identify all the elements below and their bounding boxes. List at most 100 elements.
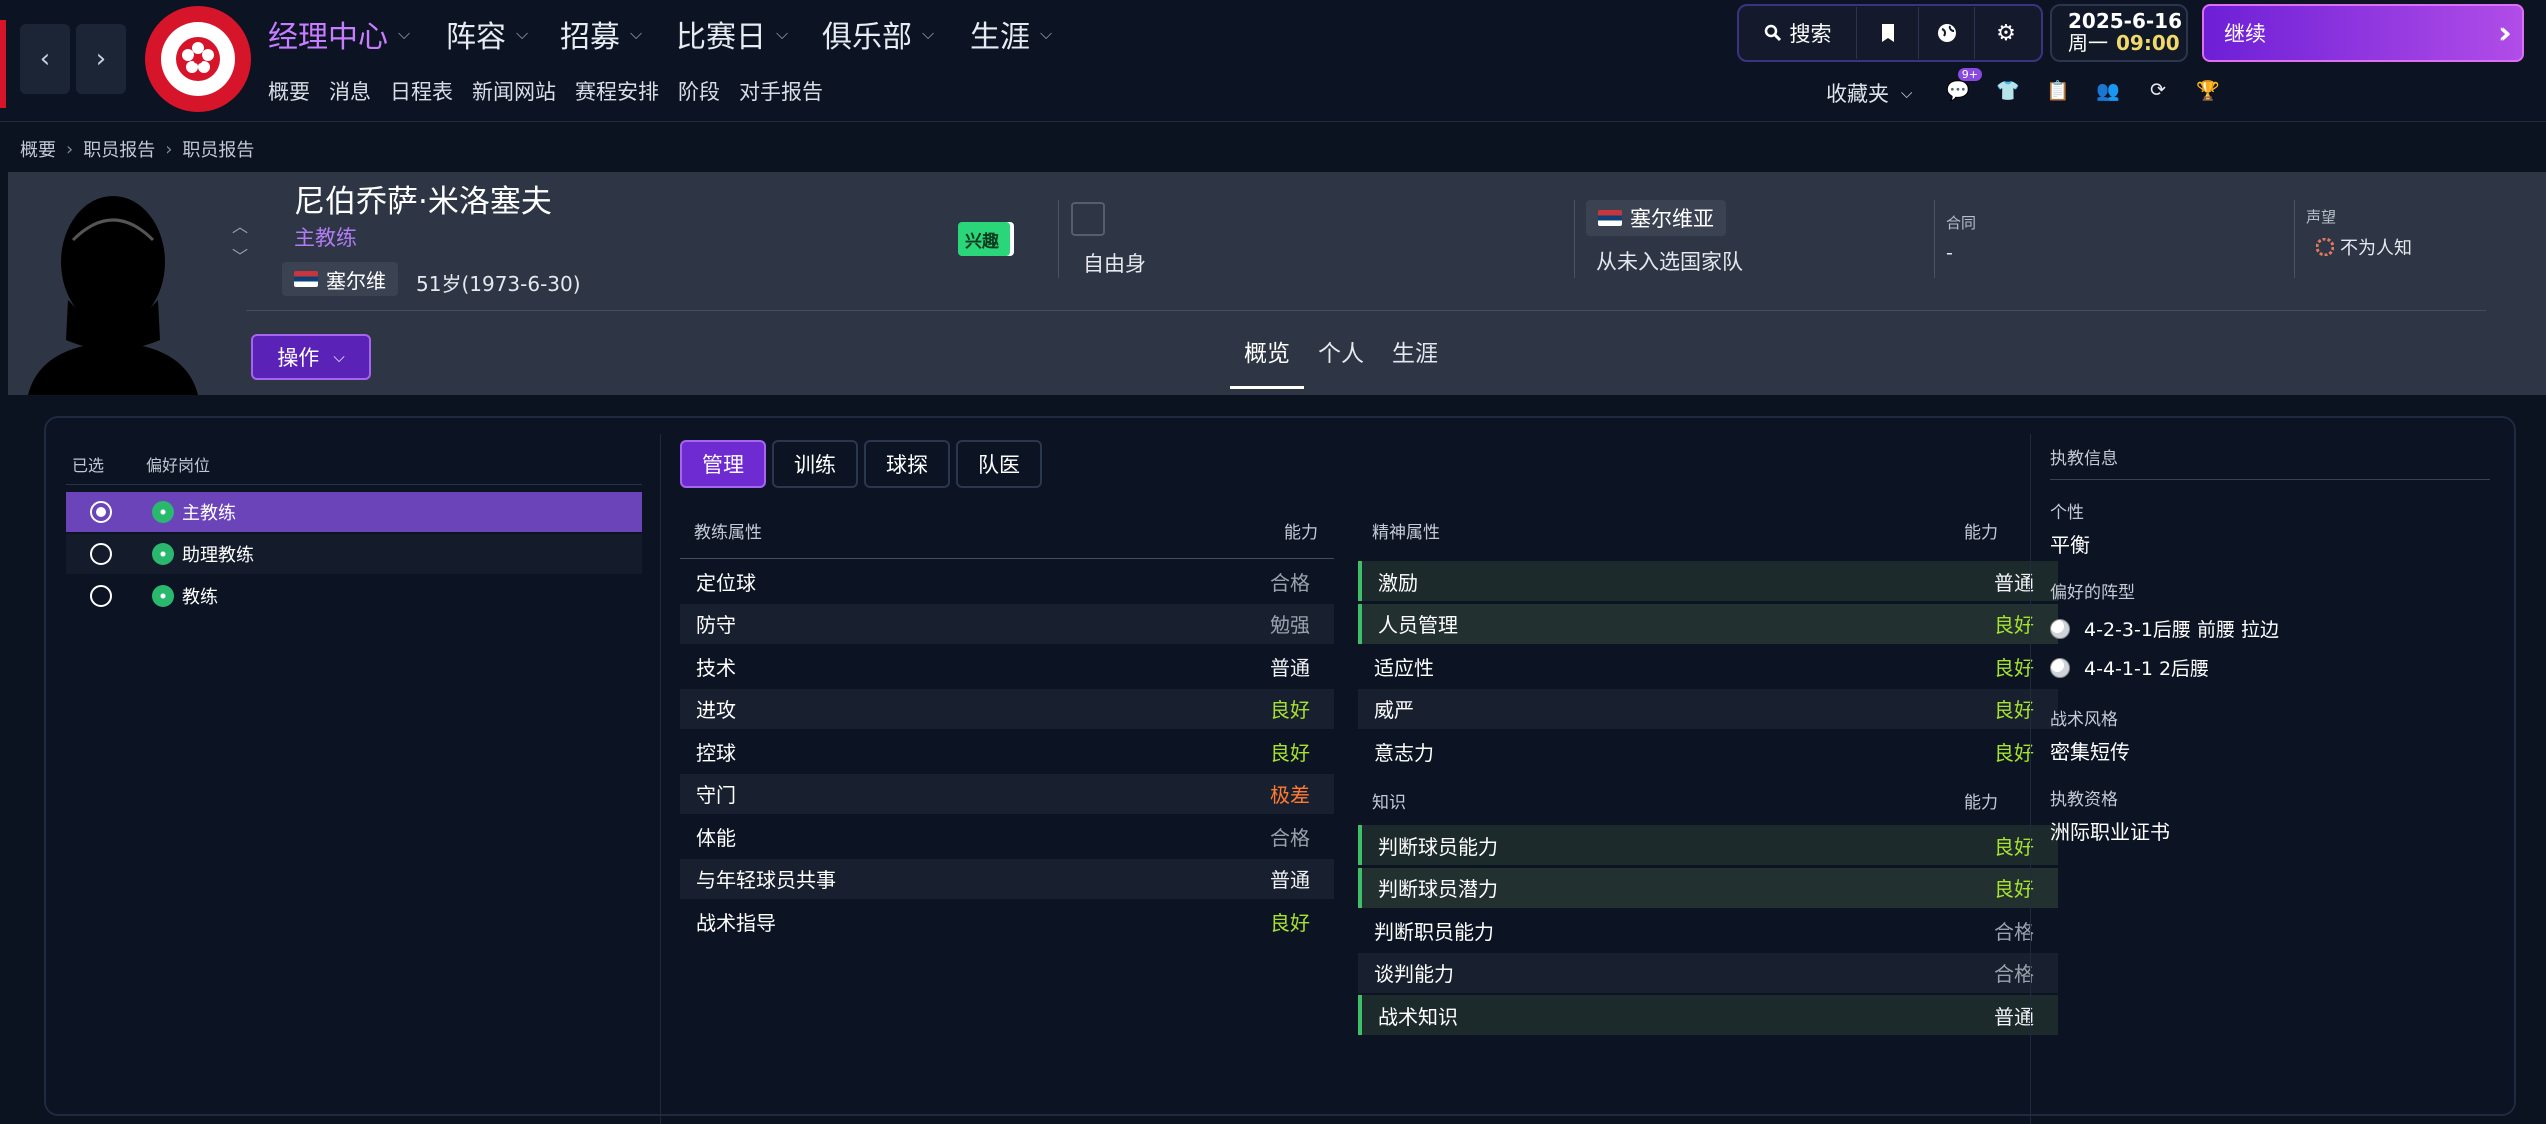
interest-badge[interactable]: 兴趣 — [958, 222, 1010, 256]
attribute-row[interactable]: 体能 合格 — [680, 816, 1334, 856]
search-button[interactable]: 搜索 — [1739, 7, 1857, 59]
attribute-row[interactable]: 战术指导 良好 — [680, 901, 1334, 941]
attribute-name: 判断职员能力 — [1374, 919, 1494, 944]
divider — [1058, 200, 1059, 278]
menu-manager-hub[interactable]: 经理中心 ⌵ — [268, 12, 410, 56]
attribute-row[interactable]: 技术 普通 — [680, 646, 1334, 686]
submenu-calendar[interactable]: 日程表 — [390, 76, 453, 106]
attribute-row[interactable]: 激励 普通 — [1358, 561, 2058, 601]
coaching-info-panel: 执教信息 个性 平衡 偏好的阵型 4-2-3-1后腰 前腰 拉边 4-4-1-1… — [2050, 440, 2490, 845]
submenu-opposition[interactable]: 对手报告 — [739, 76, 823, 106]
prev-next-staff[interactable]: ︿ ﹀ — [232, 212, 248, 272]
shirt-button[interactable]: 👕 — [1994, 76, 2022, 104]
age-dob: 51岁(1973-6-30) — [416, 272, 581, 296]
attribute-row[interactable]: 与年轻球员共事 普通 — [680, 858, 1334, 899]
main-panel: 已选 偏好岗位 主教练 助理教练 教练 管理 训练 球探 队医 教练属性 能力 … — [44, 416, 2516, 1124]
menu-matchday[interactable]: 比赛日 ⌵ — [676, 12, 788, 56]
favorites-dropdown[interactable]: 收藏夹 ⌵ — [1826, 78, 1912, 108]
breadcrumb-item[interactable]: 职员报告 — [83, 136, 155, 162]
football-icon — [2050, 657, 2070, 678]
national-team-badge[interactable]: 塞尔维亚 — [1586, 200, 1726, 236]
weekday: 周一 — [2068, 31, 2108, 55]
world-button[interactable] — [1919, 7, 1975, 59]
chevron-down-icon: ⌵ — [1901, 84, 1913, 102]
settings-button[interactable]: ⚙ — [1975, 7, 2037, 59]
attribute-value: 合格 — [1994, 919, 2034, 944]
attribute-row[interactable]: 人员管理 良好 — [1358, 603, 2058, 644]
chevron-up-icon[interactable]: ︿ — [232, 212, 248, 242]
attribute-row[interactable]: 判断球员潜力 良好 — [1358, 867, 2058, 908]
tasks-button[interactable]: 📋 — [2044, 76, 2072, 104]
continue-button[interactable]: 继续 ›› — [2202, 4, 2524, 62]
submenu-news[interactable]: 新闻网站 — [472, 76, 556, 106]
attribute-name: 激励 — [1378, 570, 1418, 595]
staff-button[interactable]: 👥 — [2094, 76, 2122, 104]
tab-training[interactable]: 训练 — [772, 440, 858, 488]
reputation-label: 声望 — [2306, 208, 2337, 226]
flower-emblem-icon — [176, 37, 220, 81]
attribute-row[interactable]: 判断职员能力 合格 — [1358, 910, 2058, 950]
forward-button[interactable]: › — [76, 24, 126, 94]
menu-squad[interactable]: 阵容 ⌵ — [446, 12, 528, 56]
attribute-row[interactable]: 判断球员能力 良好 — [1358, 825, 2058, 865]
submenu-inbox[interactable]: 消息 — [329, 76, 371, 106]
messages-button[interactable]: 💬 9+ — [1944, 68, 1982, 104]
ability-header: 能力 — [1964, 523, 1998, 543]
role-row-head-coach[interactable]: 主教练 — [66, 492, 642, 532]
actions-button[interactable]: 操作 ⌵ — [251, 334, 371, 380]
menu-career[interactable]: 生涯 ⌵ — [970, 12, 1052, 56]
radio-unselected[interactable] — [90, 585, 112, 607]
staff-role[interactable]: 主教练 — [294, 222, 357, 252]
submenu-overview[interactable]: 概要 — [268, 76, 310, 106]
attribute-row[interactable]: 战术知识 普通 — [1358, 995, 2058, 1035]
submenu-fixtures[interactable]: 赛程安排 — [575, 76, 659, 106]
attribute-row[interactable]: 守门 极差 — [680, 773, 1334, 814]
globe-icon — [1937, 24, 1956, 42]
attribute-row[interactable]: 进攻 良好 — [680, 688, 1334, 729]
double-chevron-right-icon: ›› — [2498, 15, 2512, 51]
tab-management[interactable]: 管理 — [680, 440, 766, 488]
back-button[interactable]: ‹ — [20, 24, 70, 94]
formation-item[interactable]: 4-2-3-1后腰 前腰 拉边 — [2050, 615, 2490, 642]
menu-recruitment[interactable]: 招募 ⌵ — [560, 12, 642, 56]
role-name: 主教练 — [182, 503, 236, 524]
attribute-name: 进攻 — [696, 698, 736, 722]
chevron-down-icon[interactable]: ﹀ — [232, 242, 248, 272]
breadcrumb-item[interactable]: 概要 — [20, 136, 56, 162]
radio-unselected[interactable] — [90, 543, 112, 565]
divider — [680, 558, 1334, 559]
tab-medical[interactable]: 队医 — [956, 440, 1042, 488]
refresh-button[interactable]: ⟳ — [2144, 76, 2172, 104]
tab-personal[interactable]: 个人 — [1304, 334, 1378, 389]
attribute-value: 良好 — [1270, 698, 1310, 722]
attribute-row[interactable]: 威严 良好 — [1358, 688, 2058, 729]
attribute-row[interactable]: 适应性 良好 — [1358, 646, 2058, 686]
formation-item[interactable]: 4-4-1-1 2后腰 — [2050, 654, 2490, 681]
refresh-icon: ⟳ — [2150, 79, 2166, 101]
divider — [2294, 200, 2295, 278]
role-row-coach[interactable]: 教练 — [66, 576, 642, 616]
attribute-row[interactable]: 控球 良好 — [680, 731, 1334, 771]
attribute-row[interactable]: 意志力 良好 — [1358, 731, 2058, 771]
attribute-name: 与年轻球员共事 — [696, 868, 836, 892]
attribute-name: 定位球 — [696, 570, 756, 595]
bookmark-button[interactable] — [1857, 7, 1919, 59]
submenu-stages[interactable]: 阶段 — [678, 76, 720, 106]
radio-selected[interactable] — [90, 501, 112, 523]
tab-scouting[interactable]: 球探 — [864, 440, 950, 488]
attribute-value: 良好 — [1994, 655, 2034, 680]
role-row-assistant[interactable]: 助理教练 — [66, 534, 642, 574]
attribute-row[interactable]: 谈判能力 合格 — [1358, 952, 2058, 993]
chevron-right-icon: › — [165, 138, 173, 160]
attribute-row[interactable]: 定位球 合格 — [680, 561, 1334, 601]
tab-overview[interactable]: 概览 — [1230, 334, 1304, 389]
nationality-badge[interactable]: 塞尔维 — [282, 262, 398, 296]
club-logo[interactable] — [145, 6, 251, 112]
attribute-row[interactable]: 防守 勉强 — [680, 603, 1334, 644]
date-display[interactable]: 2025-6-16 周一 09:00 — [2050, 4, 2188, 62]
formations-label: 偏好的阵型 — [2050, 583, 2135, 603]
tab-career[interactable]: 生涯 — [1378, 334, 1452, 389]
trophy-button[interactable]: 🏆 — [2194, 76, 2222, 104]
menu-club[interactable]: 俱乐部 ⌵ — [822, 12, 934, 56]
football-icon — [2050, 618, 2070, 639]
